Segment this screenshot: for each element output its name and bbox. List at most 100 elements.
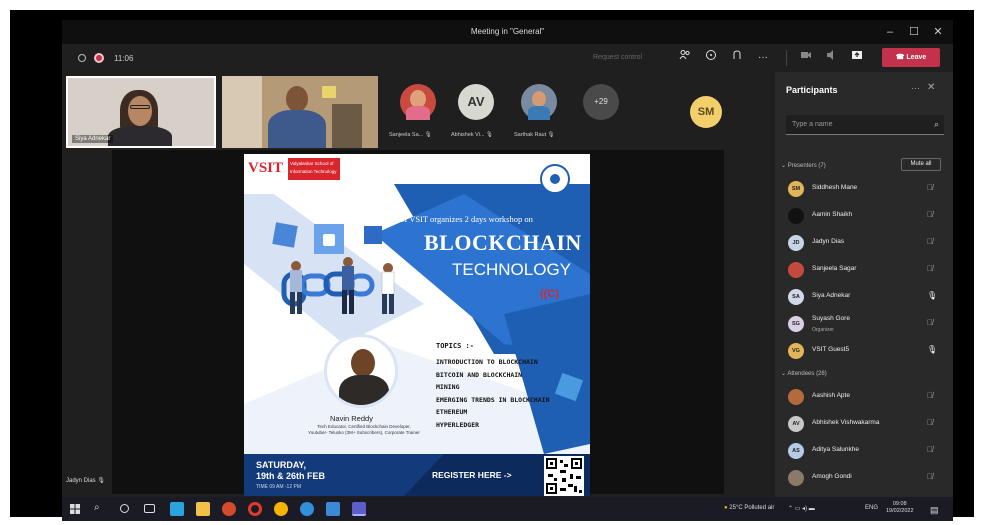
app-icon[interactable] [326,502,340,516]
reactions-icon[interactable] [728,49,746,67]
speaker-description: Tech Educator, Certified Blockchain Deve… [308,424,420,435]
background-object [322,86,336,98]
mic-off-icon[interactable]: 🎙̸ [927,391,933,400]
participant-name: Suyash Gore [812,315,850,322]
title-bar: Meeting in "General" – ☐ ✕ [62,20,953,44]
vsit-logo-text: Vidyalankar School of Information Technol… [290,161,337,174]
participants-icon[interactable] [676,49,694,67]
participants-panel: Participants ··· ✕ Type a name ⌕ ⌄ Prese… [775,72,953,497]
vsit-logo: VSIT [248,160,284,176]
background-shelf [332,104,362,148]
maximize-icon[interactable]: ☐ [904,23,924,41]
mic-off-icon[interactable]: 🎙̸ [927,264,933,273]
participant-name: Jadyn Dias [812,238,845,245]
store-app-icon[interactable] [170,502,184,516]
weather-widget[interactable]: ● 25°C Polluted air [724,505,774,511]
mic-on-icon[interactable]: 🎙 [927,291,937,300]
teams-app-icon[interactable] [352,502,366,516]
panel-close-icon[interactable]: ✕ [927,82,935,93]
participant-row[interactable]: Aamin Shaikh 🎙̸ [775,204,953,230]
participant-row[interactable]: AS Aditya Salunkhe 🎙̸ [775,439,953,465]
video-tile-siya[interactable]: Siya Adnekar [66,76,216,148]
topic-item: EMERGING TRENDS IN BLOCKCHAIN [436,395,550,404]
poster-title-2: TECHNOLOGY [452,260,572,279]
participant-row[interactable]: SM Siddhesh Mane 🎙̸ [775,177,953,203]
participant-row[interactable]: Amogh Gondi 🎙̸ [775,466,953,492]
participant-avatar [788,470,804,486]
file-explorer-icon[interactable] [196,502,210,516]
system-tray-icons[interactable]: ⌃ ▭ ◂) ▬ [788,505,815,512]
input-language[interactable]: ENG [865,505,878,511]
avatar-sarthak[interactable] [521,84,557,120]
mic-off-icon[interactable]: 🎙̸ [927,318,933,327]
participant-row[interactable]: VG VSIT Guest5 🎙 [775,339,953,365]
topic-item: HYPERLEDGER [436,420,480,429]
participant-row[interactable]: AV Abhishek Vishwakarma 🎙̸ [775,412,953,438]
institute-emblem-icon [540,164,570,194]
task-view-icon[interactable] [144,504,155,513]
participant-avatar [788,208,804,224]
more-participants-badge[interactable]: +29 [583,84,619,120]
poster-headline: CSI VSIT organizes 2 days workshop on [394,214,533,224]
participant-avatar [788,262,804,278]
speaker-photo [324,334,398,408]
taskbar-search-icon[interactable]: ⌕ [94,502,108,516]
participant-avatar: SA [788,289,804,305]
windows-start-icon[interactable] [70,504,80,514]
office-app-icon[interactable] [222,502,236,516]
person-face [128,96,152,126]
person-face [286,86,308,112]
cortana-icon[interactable] [120,504,129,513]
mic-off-icon[interactable]: 🎙̸ [927,472,933,481]
edge-browser-icon[interactable] [300,502,314,516]
notifications-icon[interactable]: ▤ [930,505,939,516]
mic-off-icon[interactable]: 🎙̸ [927,445,933,454]
video-tile-presenter[interactable] [222,76,378,148]
chat-icon[interactable] [702,49,720,67]
person-body [268,110,326,148]
tile-name-label: Siya Adnekar [72,135,114,143]
topic-item: MINING [436,383,460,391]
topics-heading: TOPICS :- [436,342,474,350]
participant-search-input[interactable]: Type a name ⌕ [786,115,944,135]
participant-row[interactable]: SA Siya Adnekar 🎙 [775,285,953,311]
clock-time: 09:08 [892,501,907,507]
participant-name: Aditya Salunkhe [812,446,859,453]
csi-logo: ((C) [540,288,559,300]
windows-taskbar: ⌕ ● 25°C Polluted air ⌃ ▭ ◂) ▬ ENG 09:08… [62,497,953,521]
camera-off-icon[interactable] [797,49,815,67]
opera-browser-icon[interactable] [248,502,262,516]
request-control-button[interactable]: Request control [593,54,642,61]
presenters-section-header[interactable]: ⌄ Presenters (7) [781,162,826,169]
participant-row[interactable]: SG Suyash Gore Organizer 🎙̸ [775,312,953,338]
avatar-sm[interactable]: SM [690,96,722,128]
avatar-abhishek[interactable]: AV [458,84,494,120]
weather-text: 25°C Polluted air [729,505,775,511]
share-screen-icon[interactable] [848,49,866,67]
event-time: TIME 09 AM -12 PM [256,484,302,490]
participant-row[interactable]: JD Jadyn Dias 🎙̸ [775,231,953,257]
mic-off-icon[interactable]: 🎙̸ [927,418,933,427]
mic-muted-icon[interactable] [822,49,840,67]
mic-on-icon[interactable]: 🎙 [927,345,937,354]
leave-button[interactable]: ☎ Leave [882,48,940,67]
more-actions-icon[interactable]: ··· [754,49,772,67]
attendees-section-header[interactable]: ⌄ Attendees (28) [781,370,827,377]
taskbar-clock[interactable]: 09:08 19/02/2022 [886,501,914,515]
register-link[interactable]: REGISTER HERE -> [432,470,512,480]
mic-off-icon[interactable]: 🎙̸ [927,210,933,219]
participant-row[interactable]: Aashish Apte 🎙̸ [775,385,953,411]
topic-item: BITCOIN AND BLOCKCHAIN [436,370,523,379]
avatar-sanjeela[interactable] [400,84,436,120]
bottom-tile-name: Jadyn Dias 🎙 [66,478,105,484]
participant-row[interactable]: Sanjeela Sagar 🎙̸ [775,258,953,284]
participant-avatar: AV [788,416,804,432]
chrome-browser-icon[interactable] [274,502,288,516]
panel-more-icon[interactable]: ··· [911,83,920,93]
mic-off-icon[interactable]: 🎙̸ [927,237,933,246]
mic-off-icon[interactable]: 🎙̸ [927,183,933,192]
participant-avatar: SM [788,181,804,197]
minimize-icon[interactable]: – [880,23,900,41]
mute-all-button[interactable]: Mute all [901,158,941,171]
close-icon[interactable]: ✕ [928,23,948,41]
